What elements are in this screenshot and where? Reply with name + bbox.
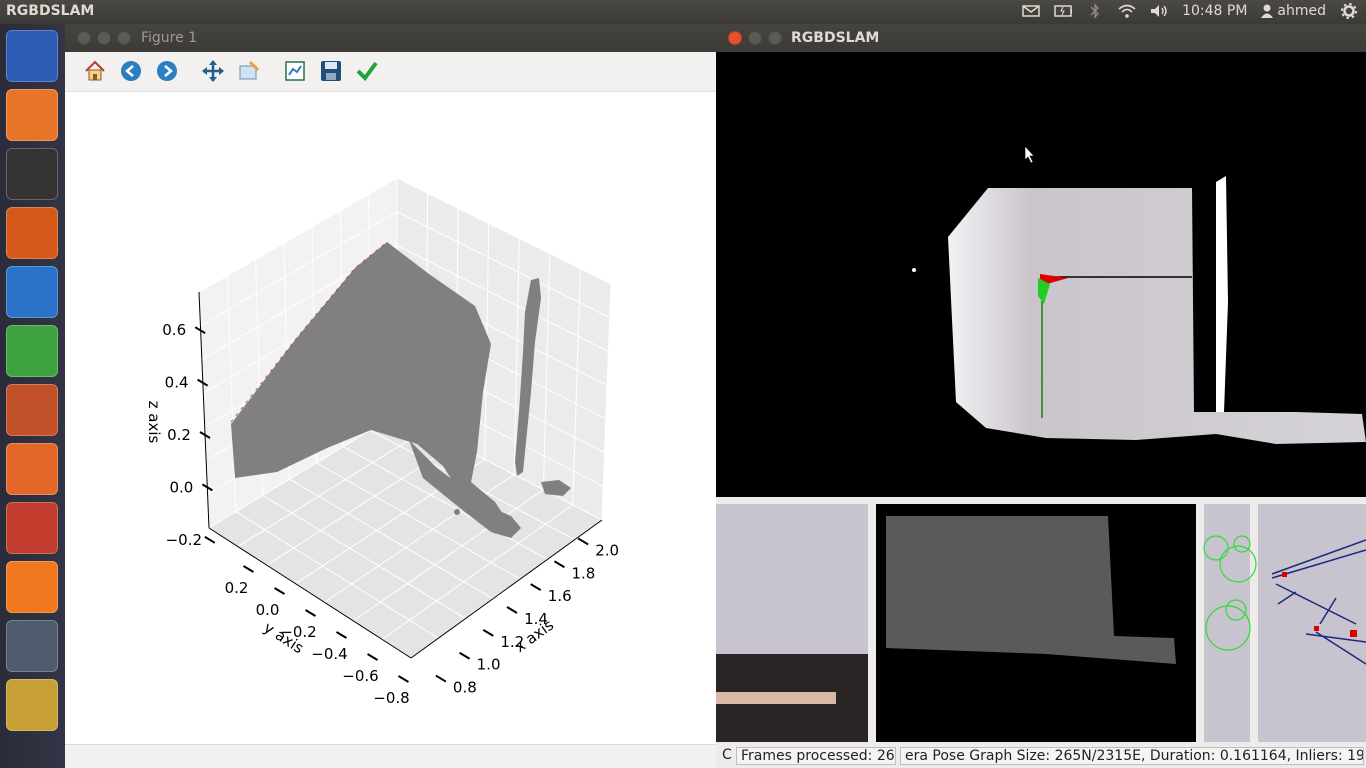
y-axis-tick <box>397 675 410 683</box>
pose-graph-status: era Pose Graph Size: 265N/2315E, Duratio… <box>900 747 1364 765</box>
maximize-button[interactable] <box>768 31 782 45</box>
calc-icon[interactable] <box>6 325 58 377</box>
z-axis-tick-label: 0.6 <box>162 321 186 339</box>
match-point <box>1314 626 1319 631</box>
rgbdslam-title: RGBDSLAM <box>791 30 880 46</box>
y-axis-tick-label: −0.8 <box>373 689 409 707</box>
rgbdslam-statusbar: C Frames processed: 265 era Pose Graph S… <box>716 744 1366 768</box>
clock[interactable]: 10:48 PM <box>1182 3 1247 19</box>
y-axis-tick <box>366 653 379 661</box>
status-prefix: C <box>722 747 732 763</box>
files-icon[interactable] <box>6 89 58 141</box>
figure-title: Figure 1 <box>141 30 198 46</box>
subplots-icon[interactable] <box>283 59 307 83</box>
frames-processed: Frames processed: 265 <box>736 747 896 765</box>
x-axis-tick <box>506 606 518 614</box>
y-axis-tick-label: 0.2 <box>225 579 249 597</box>
battery-icon[interactable] <box>1054 3 1073 19</box>
figure-titlebar[interactable]: Figure 1 <box>65 24 716 52</box>
rgb-desk-edge <box>716 692 836 704</box>
rgbdslam-titlebar[interactable]: RGBDSLAM <box>716 24 1366 52</box>
y-axis-tick <box>273 587 286 595</box>
depth-wall <box>948 188 1366 444</box>
x-axis-tick <box>482 628 494 637</box>
launcher <box>0 24 65 768</box>
terminal-icon[interactable] <box>6 148 58 200</box>
cloud-dot <box>454 509 460 515</box>
volume-icon[interactable] <box>1150 3 1168 19</box>
x-axis-tick-label: 1.8 <box>571 564 595 582</box>
vlc-icon[interactable] <box>6 561 58 613</box>
x-axis-tick <box>577 537 589 546</box>
writer-icon[interactable] <box>6 266 58 318</box>
pan-icon[interactable] <box>201 59 225 83</box>
check-icon[interactable] <box>355 59 379 83</box>
bluetooth-icon[interactable] <box>1086 3 1104 19</box>
match-point <box>1282 572 1287 577</box>
user-icon <box>1261 4 1274 18</box>
z-axis-tick-label: 0.2 <box>167 426 191 444</box>
y-axis-tick <box>242 565 255 573</box>
depth-pillar <box>1216 176 1228 412</box>
top-panel: RGBDSLAM 10:48 PM ahmed <box>0 0 1366 24</box>
y-axis-tick <box>335 631 348 639</box>
maximize-button[interactable] <box>117 31 131 45</box>
wifi-icon[interactable] <box>1118 3 1136 19</box>
feature-views <box>716 504 1366 742</box>
y-axis-tick-label: 0.0 <box>256 601 280 619</box>
forward-icon[interactable] <box>155 59 179 83</box>
z-axis-tick <box>204 535 216 544</box>
zoom-icon[interactable] <box>237 59 261 83</box>
save-icon[interactable] <box>319 59 343 83</box>
impress-icon[interactable] <box>6 384 58 436</box>
z-axis-tick-label: 0.0 <box>169 478 193 496</box>
power-gear-icon[interactable] <box>1340 3 1358 19</box>
x-axis-tick <box>435 674 447 683</box>
3d-scatter-plot[interactable]: 0.60.40.20.0−0.20.20.0−0.2−0.4−0.6−0.80.… <box>65 92 716 742</box>
close-button[interactable] <box>77 31 91 45</box>
mail-icon[interactable] <box>1022 3 1040 19</box>
matches-view <box>1258 504 1366 742</box>
home-icon[interactable] <box>83 59 107 83</box>
x-axis-tick <box>530 583 542 592</box>
x-axis-tick <box>459 651 471 660</box>
figure-toolbar <box>65 52 716 92</box>
oscilloscope-icon[interactable] <box>6 679 58 731</box>
match-point <box>1350 630 1357 637</box>
y-axis-tick <box>304 609 317 617</box>
mouse-cursor-icon <box>1024 145 1035 164</box>
z-axis-tick-label: 0.4 <box>165 374 189 392</box>
ubuntu-dash-icon[interactable] <box>6 30 58 82</box>
minimize-button[interactable] <box>97 31 111 45</box>
stray-point <box>912 268 916 272</box>
back-icon[interactable] <box>119 59 143 83</box>
user-menu[interactable]: ahmed <box>1261 3 1326 19</box>
user-name: ahmed <box>1277 3 1326 19</box>
minimize-button[interactable] <box>748 31 762 45</box>
software-center-icon[interactable] <box>6 443 58 495</box>
close-button[interactable] <box>728 31 742 45</box>
figure-window: Figure 1 0.6 0.4 0.2 0.0 −0.2 0.2 0.0 −0.2 −0.4−… <box>65 24 716 768</box>
paint-icon[interactable] <box>6 620 58 672</box>
system-settings-icon[interactable] <box>6 502 58 554</box>
x-axis-tick-label: 1.0 <box>477 656 501 674</box>
keypoint-view <box>1204 504 1250 742</box>
x-axis-tick-label: 2.0 <box>595 541 619 559</box>
x-axis-tick <box>553 560 565 569</box>
3d-viewer[interactable] <box>716 52 1366 497</box>
z-axis-tick-label: −0.2 <box>166 531 202 549</box>
system-tray: 10:48 PM ahmed <box>1022 3 1358 19</box>
z-axis-label: z axis <box>145 401 163 444</box>
firefox-icon[interactable] <box>6 207 58 259</box>
x-axis-tick-label: 1.6 <box>548 587 572 605</box>
rgbdslam-window: RGBDSLAM C Frames processed: 265 era Pos… <box>716 24 1366 768</box>
figure-statusbar <box>65 744 716 768</box>
x-axis-tick-label: 0.8 <box>453 679 477 697</box>
y-axis-tick-label: −0.4 <box>311 645 347 663</box>
active-app-name: RGBDSLAM <box>6 3 95 19</box>
y-axis-tick-label: −0.6 <box>342 667 378 685</box>
